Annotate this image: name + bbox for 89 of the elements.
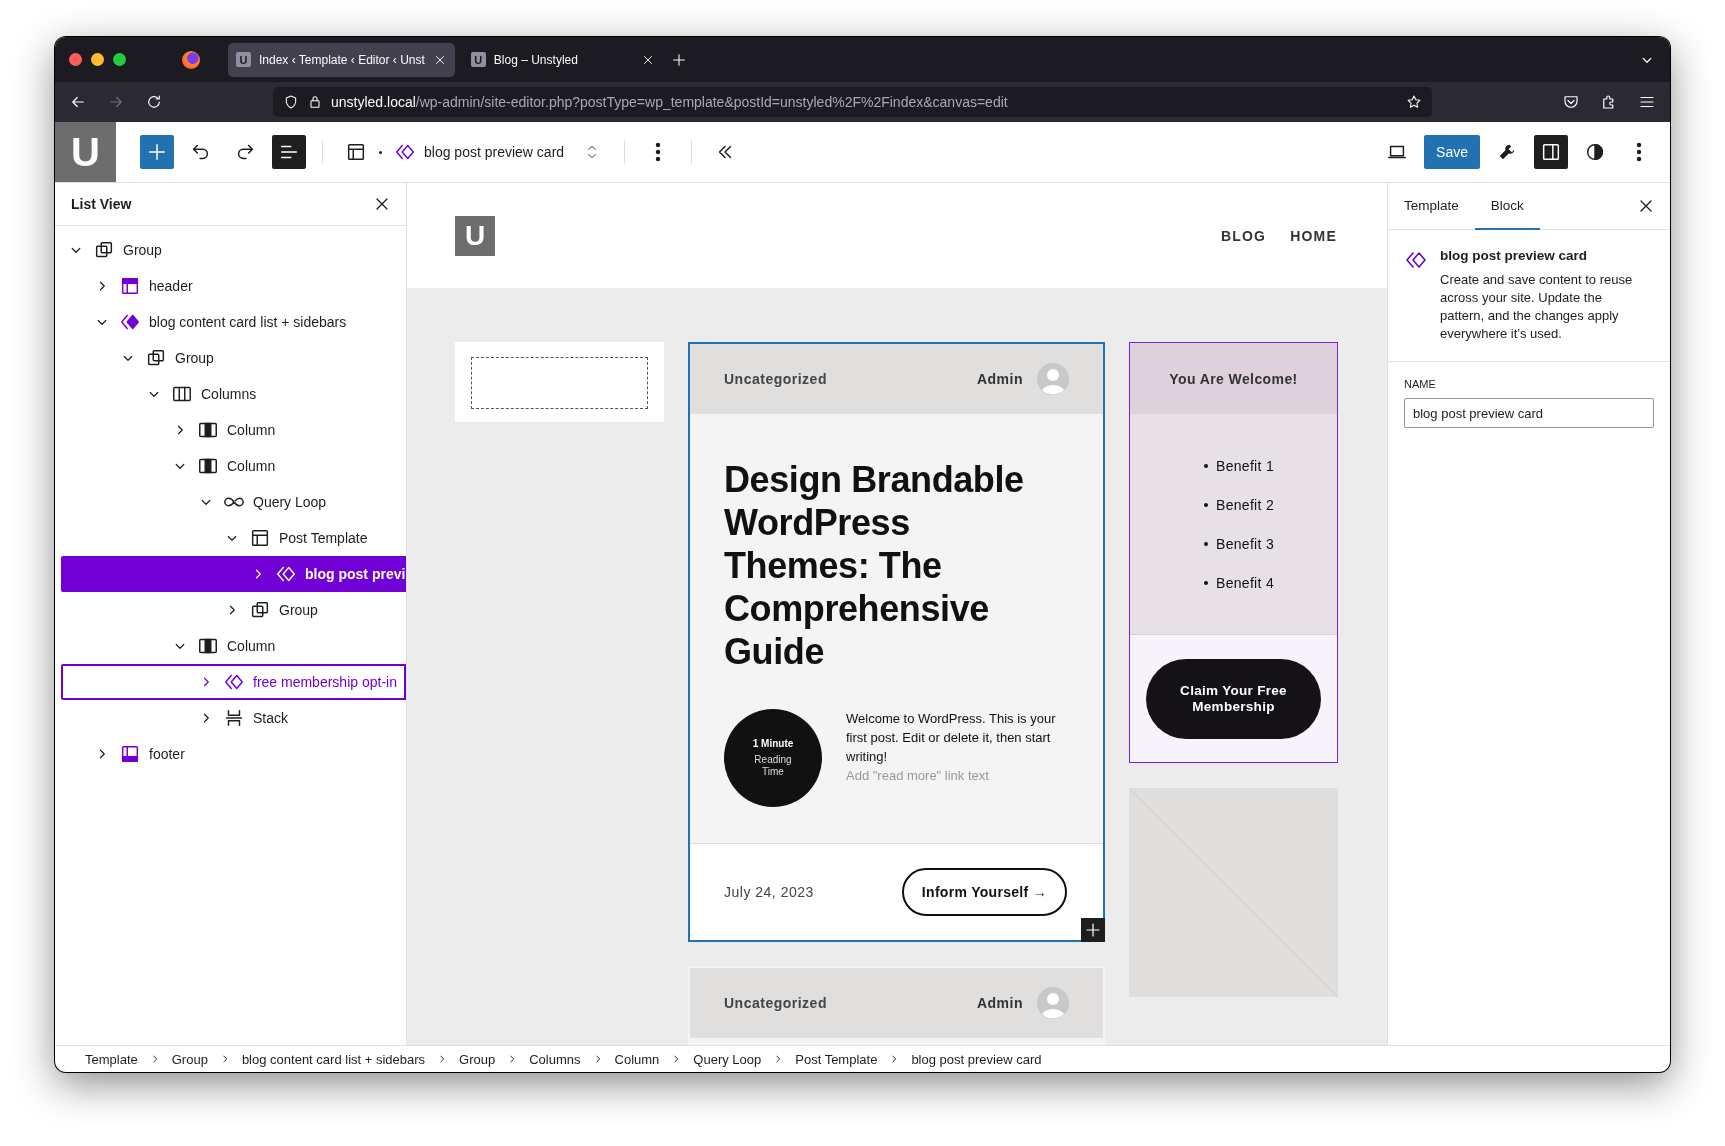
plus-icon bbox=[1084, 921, 1102, 939]
pocket-icon[interactable] bbox=[1562, 93, 1580, 111]
save-button[interactable]: Save bbox=[1424, 135, 1480, 169]
reading-time-badge: 1 Minute Reading Time bbox=[724, 709, 822, 807]
block-placeholder[interactable] bbox=[471, 357, 648, 409]
sidebar-heading: You Are Welcome! bbox=[1130, 343, 1337, 414]
breadcrumb[interactable]: blog content card list + sidebars bbox=[237, 1051, 430, 1067]
url-text: unstyled.local/wp-admin/site-editor.php?postType=wp_template&postId=unstyled%2F%2Findex&canvas=edit bbox=[331, 94, 1008, 110]
benefit-item: Benefit 3 bbox=[1204, 535, 1337, 552]
breadcrumb[interactable]: blog post preview card bbox=[907, 1051, 1046, 1067]
sidebar-tab[interactable]: Block bbox=[1474, 183, 1540, 230]
panel-title: List View bbox=[71, 196, 132, 212]
tree-item[interactable]: Group bbox=[61, 340, 406, 376]
breadcrumb[interactable]: Group bbox=[167, 1051, 212, 1067]
block-description: Create and save content to reuse across your site. Update the pattern, and the changes apply everywhere it’s used. bbox=[1440, 271, 1634, 343]
sidebar-icon bbox=[1540, 141, 1562, 163]
breadcrumb[interactable]: Group bbox=[455, 1051, 500, 1067]
tree-item[interactable]: Column bbox=[61, 448, 406, 484]
browser-tab[interactable]: U Index ‹ Template ‹ Editor ‹ Unst bbox=[228, 42, 455, 77]
post-category[interactable]: Uncategorized bbox=[724, 995, 963, 1011]
post-date: July 24, 2023 bbox=[724, 884, 814, 900]
breadcrumb[interactable]: Columns bbox=[525, 1051, 585, 1067]
window-minimize-button[interactable] bbox=[91, 53, 104, 66]
sidebar-tab[interactable]: Template bbox=[1388, 183, 1475, 230]
post-category[interactable]: Uncategorized bbox=[724, 371, 963, 387]
tree-item[interactable]: Column bbox=[61, 412, 406, 448]
browser-tab[interactable]: U Blog – Unstyled bbox=[462, 42, 663, 77]
star-icon[interactable] bbox=[1406, 94, 1422, 110]
more-icon bbox=[655, 142, 662, 162]
new-tab-icon[interactable] bbox=[670, 51, 687, 68]
read-post-button[interactable]: Inform Yourself → bbox=[901, 868, 1067, 916]
field-label: NAME bbox=[1404, 378, 1437, 390]
settings-button[interactable] bbox=[1534, 135, 1568, 169]
favicon: U bbox=[236, 52, 251, 67]
footer-icon bbox=[119, 743, 141, 765]
breadcrumb[interactable]: Column bbox=[610, 1051, 664, 1067]
window-close-button[interactable] bbox=[69, 53, 82, 66]
window-zoom-button[interactable] bbox=[113, 53, 126, 66]
document-title[interactable]: blog post preview card bbox=[424, 144, 565, 160]
lock-icon bbox=[307, 94, 323, 110]
plus-icon bbox=[146, 141, 168, 163]
benefit-item: Benefit 4 bbox=[1204, 574, 1337, 591]
contrast-icon bbox=[1584, 141, 1606, 163]
tree-item[interactable]: blog post previ bbox=[61, 556, 406, 592]
stack-icon bbox=[223, 707, 245, 729]
tree-item[interactable]: Group bbox=[61, 592, 406, 628]
block-title: blog post preview card bbox=[1440, 248, 1589, 263]
post-card[interactable] bbox=[688, 342, 1105, 942]
tree-item[interactable]: Column bbox=[61, 628, 406, 664]
post-title: Design Brandable WordPress Themes: The Comprehensive Guide bbox=[724, 458, 1025, 673]
header-icon bbox=[119, 275, 141, 297]
breadcrumb[interactable]: Query Loop bbox=[689, 1051, 766, 1067]
list-view-button[interactable] bbox=[272, 135, 306, 169]
post-author[interactable]: Admin bbox=[976, 371, 1023, 387]
tree-item[interactable]: blog content card list + sidebars bbox=[61, 304, 406, 340]
benefit-item: Benefit 2 bbox=[1204, 496, 1337, 513]
layout-icon bbox=[249, 527, 271, 549]
favicon: U bbox=[470, 52, 486, 67]
layout-icon[interactable] bbox=[345, 141, 367, 163]
post-card[interactable]: Uncategorized Admin bbox=[688, 966, 1105, 1045]
post-author[interactable]: Admin bbox=[976, 995, 1023, 1011]
shield-icon bbox=[283, 94, 299, 110]
site-logo[interactable]: U bbox=[55, 122, 116, 182]
tree-item[interactable]: Stack bbox=[61, 700, 406, 736]
site-logo[interactable]: U bbox=[455, 215, 495, 256]
tree-item[interactable]: free membership opt-in bbox=[61, 664, 406, 700]
tree-item[interactable]: Columns bbox=[61, 376, 406, 412]
tree-item[interactable]: footer bbox=[61, 736, 406, 772]
name-field[interactable]: blog post preview card bbox=[1404, 398, 1654, 428]
breadcrumb[interactable]: Post Template bbox=[791, 1051, 882, 1067]
add-block-button[interactable] bbox=[140, 135, 174, 169]
browser-logo-icon[interactable] bbox=[182, 50, 200, 69]
tree-item[interactable]: Query Loop bbox=[61, 484, 406, 520]
tab-title: Blog – Unstyled bbox=[493, 52, 579, 67]
reload-icon[interactable] bbox=[145, 93, 163, 111]
more-icon bbox=[1636, 142, 1642, 162]
membership-panel[interactable]: You Are Welcome! Benefit 1 Benefit 2 Benefit 3 Benefit 4 Claim Your Free Membership bbox=[1129, 342, 1338, 763]
membership-button[interactable]: Claim Your Free Membership bbox=[1146, 658, 1321, 739]
tree-item[interactable]: header bbox=[61, 268, 406, 304]
post-excerpt: Welcome to WordPress. This is your first post. Edit or delete it, then start writing! bbox=[846, 710, 1056, 766]
add-block-button[interactable] bbox=[1081, 918, 1105, 942]
tree-item[interactable]: Post Template bbox=[61, 520, 406, 556]
address-bar[interactable]: unstyled.local/wp-admin/site-editor.php?postType=wp_template&postId=unstyled%2F%2Findex&canvas=edit bbox=[273, 87, 1432, 117]
tab-title: Index ‹ Template ‹ Editor ‹ Unst bbox=[259, 52, 425, 67]
nav-link[interactable]: HOME bbox=[1290, 227, 1337, 244]
benefit-item: Benefit 1 bbox=[1204, 457, 1337, 474]
nav-link[interactable]: BLOG bbox=[1220, 227, 1267, 244]
breadcrumb[interactable]: Template bbox=[81, 1051, 142, 1067]
tree-item[interactable]: Group bbox=[61, 232, 406, 268]
